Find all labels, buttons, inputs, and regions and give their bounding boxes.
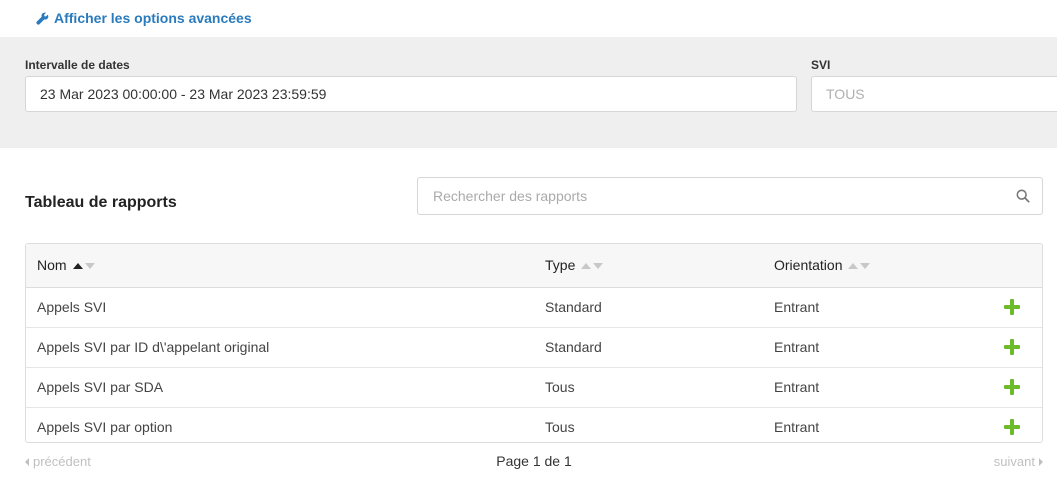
advanced-options-label: Afficher les options avancées bbox=[54, 10, 252, 26]
reports-table-title: Tableau de rapports bbox=[25, 194, 177, 211]
table-row: Appels SVI Standard Entrant bbox=[26, 288, 1042, 328]
filter-panel: Intervalle de dates 23 Mar 2023 00:00:00… bbox=[0, 37, 1057, 148]
plus-icon[interactable] bbox=[1004, 339, 1020, 355]
sort-arrows-icon bbox=[581, 262, 604, 269]
sort-arrows-icon bbox=[848, 262, 871, 269]
report-orientation: Entrant bbox=[774, 419, 820, 435]
ivr-label: SVI bbox=[811, 58, 831, 72]
report-type: Standard bbox=[545, 299, 602, 315]
report-search-box bbox=[417, 177, 1043, 215]
pagination-next-button[interactable]: suivant bbox=[994, 454, 1043, 469]
wrench-icon bbox=[36, 12, 49, 25]
table-row: Appels SVI par ID d\'appelant original S… bbox=[26, 328, 1042, 368]
report-name: Appels SVI par SDA bbox=[37, 379, 164, 395]
caret-right-icon bbox=[1039, 457, 1043, 466]
search-icon[interactable] bbox=[1016, 189, 1030, 203]
table-row: Appels SVI par option Tous Entrant bbox=[26, 408, 1042, 442]
column-header-type-label: Type bbox=[545, 257, 576, 273]
plus-icon[interactable] bbox=[1004, 379, 1020, 395]
plus-icon[interactable] bbox=[1004, 299, 1020, 315]
advanced-options-link[interactable]: Afficher les options avancées bbox=[36, 10, 252, 26]
column-header-name-label: Nom bbox=[37, 257, 67, 273]
column-header-type[interactable]: Type bbox=[545, 244, 604, 287]
report-type: Tous bbox=[545, 379, 575, 395]
report-name: Appels SVI par ID d\'appelant original bbox=[37, 339, 270, 355]
table-row: Appels SVI par SDA Tous Entrant bbox=[26, 368, 1042, 408]
column-header-name[interactable]: Nom bbox=[37, 244, 95, 287]
report-orientation: Entrant bbox=[774, 299, 820, 315]
report-type: Tous bbox=[545, 419, 575, 435]
pagination-info: Page 1 de 1 bbox=[496, 453, 572, 469]
pagination-next-label: suivant bbox=[993, 454, 1035, 469]
date-range-input[interactable]: 23 Mar 2023 00:00:00 - 23 Mar 2023 23:59… bbox=[25, 76, 797, 112]
column-header-orientation[interactable]: Orientation bbox=[774, 244, 871, 287]
reports-table: Nom Type Orientation Appels SVI Standard… bbox=[25, 243, 1043, 443]
date-range-label: Intervalle de dates bbox=[25, 58, 130, 72]
report-type: Standard bbox=[545, 339, 602, 355]
sort-arrows-icon bbox=[72, 262, 95, 269]
plus-icon[interactable] bbox=[1004, 419, 1020, 435]
report-name: Appels SVI bbox=[37, 299, 107, 315]
report-orientation: Entrant bbox=[774, 379, 820, 395]
report-search-input[interactable] bbox=[418, 178, 998, 214]
table-header: Nom Type Orientation bbox=[26, 244, 1042, 288]
report-orientation: Entrant bbox=[774, 339, 820, 355]
ivr-select[interactable]: TOUS bbox=[811, 76, 1057, 112]
column-header-orientation-label: Orientation bbox=[774, 257, 843, 273]
report-name: Appels SVI par option bbox=[37, 419, 173, 435]
